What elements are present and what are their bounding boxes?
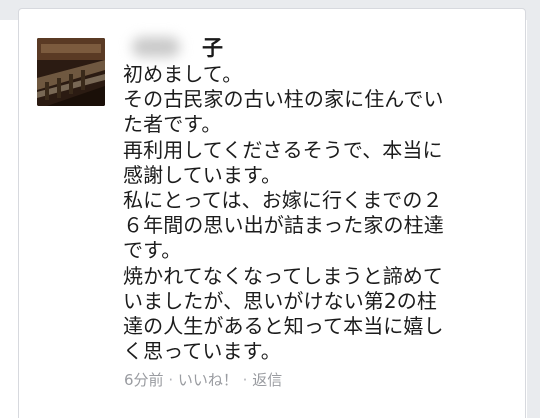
comment-line: ６年間の思い出が詰まった家の柱達 <box>123 213 444 238</box>
meta-separator: · <box>163 371 178 389</box>
comment-line: 私にとっては、お嫁に行くまでの２ <box>123 188 443 213</box>
comment-line: 達の人生があると知って本当に嬉し <box>123 314 444 339</box>
author-name-suffix: 子 <box>202 36 223 60</box>
comment-line: 焼かれてなくなってしまうと諦めて <box>123 263 443 288</box>
author-name-redacted <box>132 37 180 57</box>
timestamp-link[interactable]: 6分前 <box>124 371 164 389</box>
comment-meta: 6分前 · いいね！ · 返信 <box>124 369 282 390</box>
page-background-right <box>527 0 540 418</box>
comment-line: 初めまして。 <box>123 62 243 86</box>
reply-link[interactable]: 返信 <box>252 371 282 389</box>
comment-text: 初めまして。 その古民家の古い柱の家に住んでい た者です。 再利用してくださるそ… <box>123 62 518 364</box>
author-name[interactable]: 子 <box>124 33 223 61</box>
avatar-image <box>37 38 105 106</box>
avatar[interactable] <box>37 38 105 106</box>
comment-line: く思っています。 <box>123 339 281 364</box>
meta-separator: · <box>237 371 253 389</box>
comment-line: です。 <box>123 238 182 263</box>
comment-line: いましたが、思いがけない第2の柱 <box>123 288 437 313</box>
comment-line: 感謝しています。 <box>123 162 282 187</box>
like-link[interactable]: いいね！ <box>178 371 238 389</box>
comment-line: た者です。 <box>123 112 222 137</box>
comment-line: その古民家の古い柱の家に住んでい <box>123 87 444 112</box>
comment-line: 再利用してくださるそうで、本当に <box>123 137 443 162</box>
